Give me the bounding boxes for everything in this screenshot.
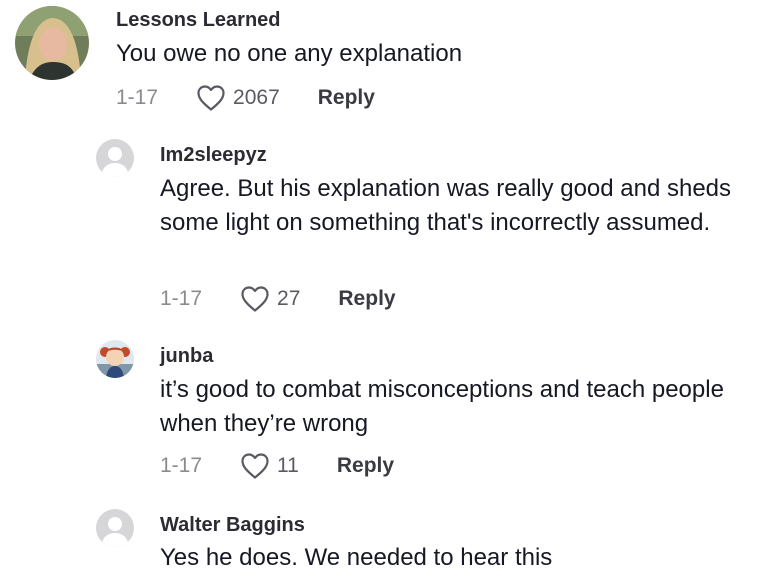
- comment-date: 1-17: [160, 454, 203, 477]
- heart-outline-icon: [197, 85, 225, 111]
- avatar[interactable]: [96, 509, 134, 547]
- comment-meta: 1-17 11 Reply: [160, 452, 394, 480]
- comment-text: Agree. But his explanation was really go…: [160, 175, 732, 236]
- heart-outline-icon: [241, 286, 269, 312]
- avatar[interactable]: [96, 340, 134, 378]
- reply-button[interactable]: Reply: [338, 287, 395, 311]
- cartoon-avatar-icon: [96, 340, 134, 378]
- comment-meta: 1-17 27 Reply: [160, 285, 396, 313]
- avatar[interactable]: [96, 139, 134, 177]
- comment-text: Yes he does. We needed to hear this: [160, 544, 553, 571]
- heart-outline-icon: [241, 453, 269, 479]
- comment-username[interactable]: junba: [160, 345, 213, 368]
- person-silhouette-icon: [96, 509, 134, 547]
- comment-username[interactable]: Im2sleepyz: [160, 144, 267, 167]
- comment-date: 1-17: [116, 86, 159, 109]
- comment-username[interactable]: Lessons Learned: [116, 9, 281, 32]
- comment-username[interactable]: Walter Baggins: [160, 514, 305, 537]
- reply-button[interactable]: Reply: [318, 86, 375, 110]
- like-count: 2067: [233, 86, 280, 109]
- comment-text: it’s good to combat misconceptions and t…: [160, 376, 724, 437]
- comment-text: You owe no one any explanation: [116, 40, 463, 67]
- comment-meta: 1-17 2067 Reply: [116, 84, 375, 112]
- reply-button[interactable]: Reply: [337, 454, 394, 478]
- user-photo-icon: [15, 6, 89, 80]
- like-button[interactable]: 27: [240, 285, 300, 313]
- avatar[interactable]: [15, 6, 89, 80]
- like-button[interactable]: 11: [240, 452, 299, 480]
- like-button[interactable]: 2067: [196, 84, 280, 112]
- like-count: 11: [277, 454, 299, 477]
- like-count: 27: [277, 287, 301, 310]
- comment-date: 1-17: [160, 287, 203, 310]
- person-silhouette-icon: [96, 139, 134, 177]
